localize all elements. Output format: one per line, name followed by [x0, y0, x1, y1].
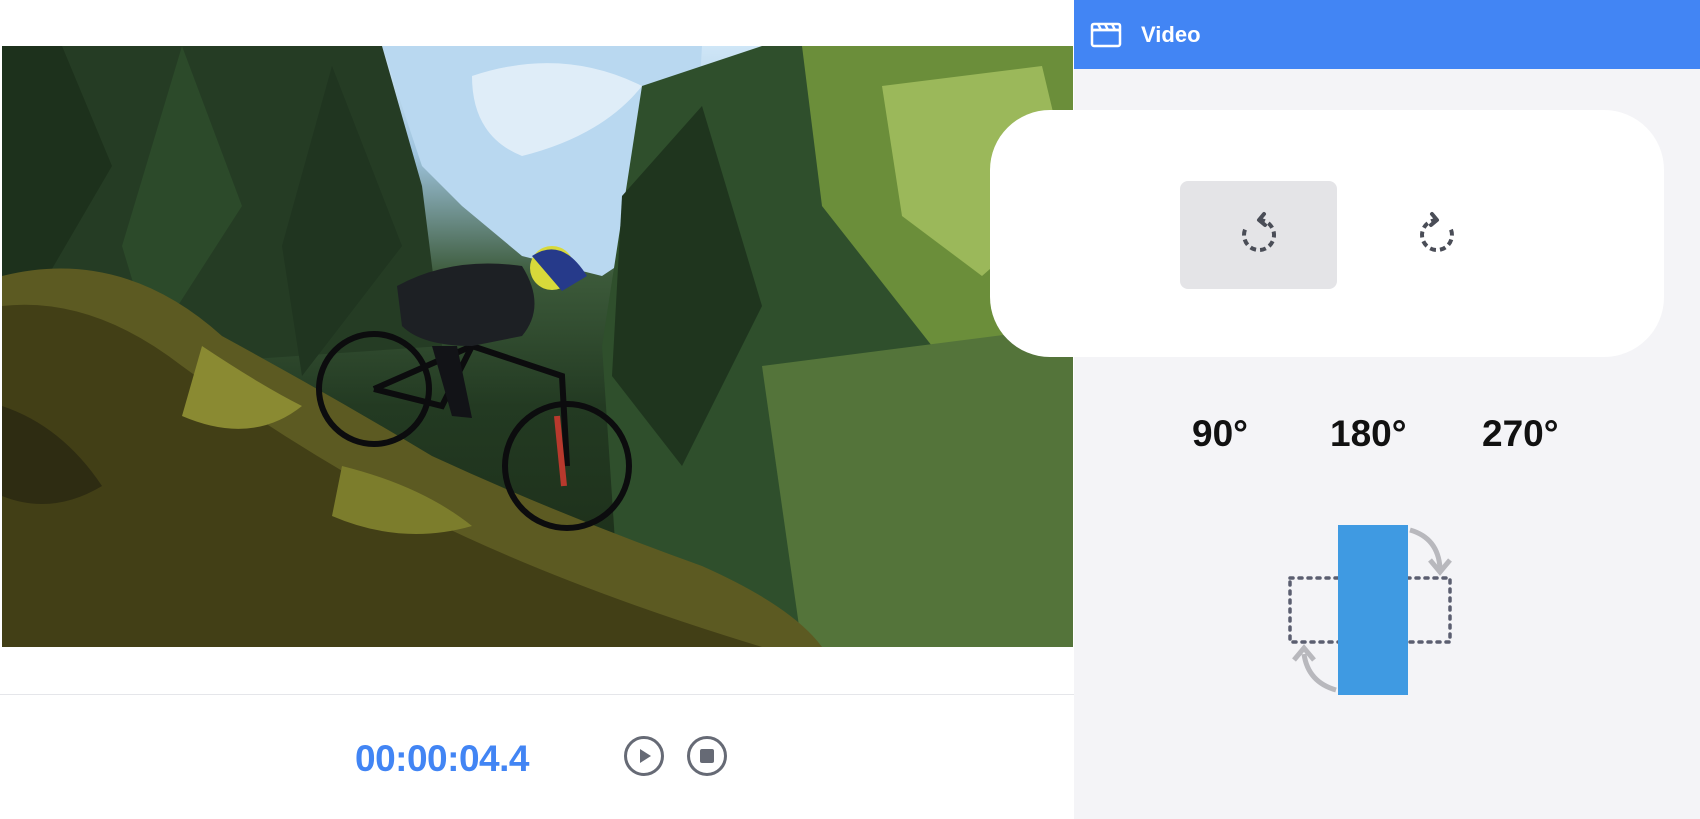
divider: [0, 694, 1074, 695]
rotate-counterclockwise-icon: [1241, 212, 1276, 252]
rotation-diagram: [1288, 525, 1452, 695]
rotate-clockwise-button[interactable]: [1358, 181, 1515, 289]
panel-header: Video: [1074, 0, 1700, 69]
rotate-clockwise-icon: [1419, 212, 1454, 252]
angle-180[interactable]: 180°: [1330, 413, 1407, 455]
clapperboard-icon: [1090, 22, 1122, 47]
angle-90[interactable]: 90°: [1192, 413, 1248, 455]
angle-270[interactable]: 270°: [1482, 413, 1559, 455]
video-frame[interactable]: [2, 46, 1073, 647]
play-icon: [640, 749, 651, 763]
stop-icon: [700, 749, 714, 763]
panel-title: Video: [1141, 21, 1201, 47]
play-button[interactable]: [624, 736, 664, 776]
timecode: 00:00:04.4: [355, 738, 529, 779]
rotate-counterclockwise-button[interactable]: [1180, 181, 1337, 289]
video-area: 00:00:04.4: [0, 0, 1074, 819]
stop-button[interactable]: [687, 736, 727, 776]
video-still: [2, 46, 1073, 647]
